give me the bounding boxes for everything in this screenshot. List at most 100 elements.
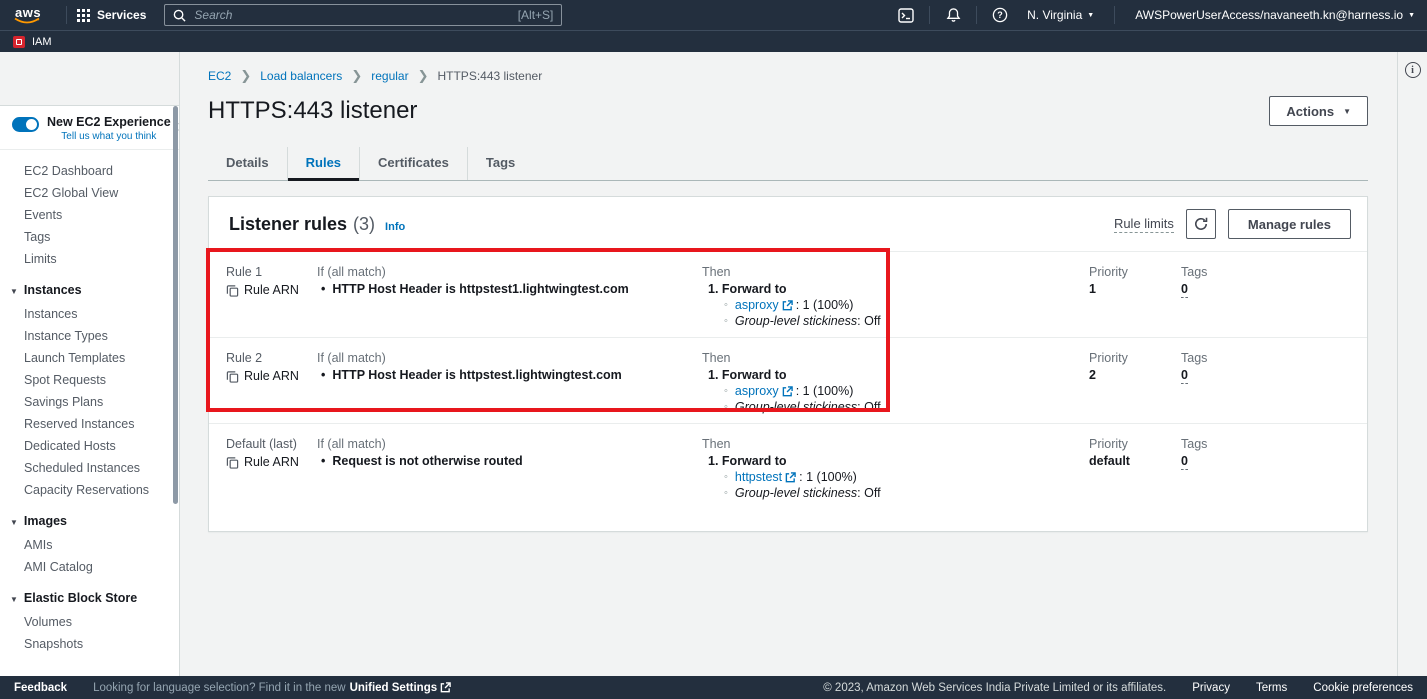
rule-action: 1. Forward to — [702, 367, 1089, 383]
sidebar-item-scheduled-instances[interactable]: Scheduled Instances — [0, 457, 179, 479]
sidebar-item-tags[interactable]: Tags — [0, 226, 179, 248]
external-link-icon — [785, 472, 796, 483]
services-menu-button[interactable]: Services — [77, 8, 146, 22]
sidebar-section-instances[interactable]: ▼Instances — [0, 270, 179, 303]
tags-column-header: Tags — [1181, 436, 1367, 452]
rule-arn-copy[interactable]: Rule ARN — [226, 368, 317, 384]
copy-icon — [226, 370, 239, 383]
account-menu[interactable]: AWSPowerUserAccess/navaneeth.kn@harness.… — [1135, 8, 1415, 22]
tab-rules[interactable]: Rules — [287, 147, 359, 180]
sidebar-item-volumes[interactable]: Volumes — [0, 611, 179, 633]
breadcrumb-chevron-icon: ❯ — [240, 71, 251, 81]
target-group-link[interactable]: asproxy — [735, 297, 779, 313]
sidebar-item-instance-types[interactable]: Instance Types — [0, 325, 179, 347]
tags-column-header: Tags — [1181, 264, 1367, 280]
rule-action: 1. Forward to — [702, 281, 1089, 297]
region-label: N. Virginia — [1027, 8, 1082, 22]
breadcrumb-regular[interactable]: regular — [371, 69, 408, 83]
rule-row-default: Default (last) Rule ARN If (all match) — [209, 423, 1367, 531]
manage-rules-button[interactable]: Manage rules — [1228, 209, 1351, 239]
rule-limits-link[interactable]: Rule limits — [1114, 216, 1174, 233]
cloudshell-button[interactable] — [893, 8, 919, 23]
feedback-link[interactable]: Tell us what you think — [47, 131, 171, 142]
sidebar-item-events[interactable]: Events — [0, 204, 179, 226]
rule-condition: • HTTP Host Header is httpstest1.lightwi… — [317, 281, 702, 297]
priority-value: 1 — [1089, 281, 1181, 297]
global-search[interactable]: [Alt+S] — [164, 4, 562, 26]
sidebar-scrollbar[interactable] — [173, 106, 178, 504]
external-link-icon — [440, 682, 451, 693]
aws-smile-icon — [13, 17, 41, 25]
chevron-down-icon: ▼ — [10, 518, 18, 527]
sidebar-item-launch-templates[interactable]: Launch Templates — [0, 347, 179, 369]
sidebar-item-reserved-instances[interactable]: Reserved Instances — [0, 413, 179, 435]
sidebar-item-amis[interactable]: AMIs — [0, 534, 179, 556]
sidebar-item-dedicated-hosts[interactable]: Dedicated Hosts — [0, 435, 179, 457]
new-experience-toggle[interactable] — [12, 117, 39, 132]
sidebar-item-instances[interactable]: Instances — [0, 303, 179, 325]
tags-count-link[interactable]: 0 — [1181, 453, 1188, 470]
tags-count-link[interactable]: 0 — [1181, 281, 1188, 298]
rule-condition: • HTTP Host Header is httpstest.lightwin… — [317, 367, 702, 383]
breadcrumb-ec2[interactable]: EC2 — [208, 69, 231, 83]
sidebar-item-ami-catalog[interactable]: AMI Catalog — [0, 556, 179, 578]
info-icon[interactable]: i — [1405, 62, 1421, 78]
aws-logo[interactable]: aws — [12, 4, 42, 26]
then-column-header: Then — [702, 350, 1089, 366]
sidebar-section-elastic-block-store[interactable]: ▼Elastic Block Store — [0, 578, 179, 611]
rule-stickiness: ◦ Group-level stickiness : Off — [702, 485, 1089, 501]
then-column-header: Then — [702, 264, 1089, 280]
main-content: EC2 ❯ Load balancers ❯ regular ❯ HTTPS:4… — [180, 52, 1397, 676]
sidebar-section-images[interactable]: ▼Images — [0, 501, 179, 534]
sidebar-item-snapshots[interactable]: Snapshots — [0, 633, 179, 655]
sidebar-item-limits[interactable]: Limits — [0, 248, 179, 270]
rule-target: ◦ asproxy : 1 (100%) — [702, 383, 1089, 399]
sidebar-item-capacity-reservations[interactable]: Capacity Reservations — [0, 479, 179, 501]
tags-count-link[interactable]: 0 — [1181, 367, 1188, 384]
sidebar-item-ec2-dashboard[interactable]: EC2 Dashboard — [0, 160, 179, 182]
target-group-link[interactable]: asproxy — [735, 383, 779, 399]
tab-tags[interactable]: Tags — [467, 147, 533, 180]
page-title: HTTPS:443 listener — [208, 97, 417, 125]
tab-certificates[interactable]: Certificates — [359, 147, 467, 180]
rule-target: ◦ httpstest : 1 (100%) — [702, 469, 1089, 485]
rule-name: Rule 2 — [226, 350, 317, 366]
cookie-preferences-link[interactable]: Cookie preferences — [1313, 682, 1413, 694]
aws-console-page: aws Services [Alt+S] — [0, 0, 1427, 699]
terms-link[interactable]: Terms — [1256, 682, 1287, 694]
favorite-iam-link[interactable]: IAM — [32, 36, 52, 48]
copy-icon — [226, 284, 239, 297]
actions-button[interactable]: Actions ▼ — [1269, 96, 1368, 126]
priority-column-header: Priority — [1089, 350, 1181, 366]
privacy-link[interactable]: Privacy — [1192, 682, 1230, 694]
notifications-button[interactable] — [940, 7, 966, 23]
info-link[interactable]: Info — [385, 221, 405, 233]
rule-stickiness: ◦ Group-level stickiness : Off — [702, 313, 1089, 329]
sidebar-item-savings-plans[interactable]: Savings Plans — [0, 391, 179, 413]
bullet-icon: • — [321, 367, 325, 383]
rule-arn-copy[interactable]: Rule ARN — [226, 282, 317, 298]
circle-bullet-icon: ◦ — [724, 485, 728, 501]
target-group-link[interactable]: httpstest — [735, 469, 782, 485]
circle-bullet-icon: ◦ — [724, 297, 728, 313]
region-selector[interactable]: N. Virginia ▼ — [1027, 8, 1094, 22]
help-button[interactable]: ? — [987, 7, 1013, 23]
sidebar-item-spot-requests[interactable]: Spot Requests — [0, 369, 179, 391]
services-grid-icon — [77, 9, 90, 22]
sidebar: New EC2 Experience Tell us what you thin… — [0, 52, 180, 676]
account-label: AWSPowerUserAccess/navaneeth.kn@harness.… — [1135, 8, 1403, 22]
refresh-button[interactable] — [1186, 209, 1216, 239]
breadcrumb: EC2 ❯ Load balancers ❯ regular ❯ HTTPS:4… — [208, 52, 1368, 83]
unified-settings-link[interactable]: Unified Settings — [350, 682, 452, 694]
new-experience-title: New EC2 Experience — [47, 115, 171, 129]
search-input[interactable] — [192, 7, 511, 23]
breadcrumb-load-balancers[interactable]: Load balancers — [260, 69, 342, 83]
tab-details[interactable]: Details — [208, 147, 287, 180]
iam-service-icon — [13, 36, 25, 48]
priority-column-header: Priority — [1089, 436, 1181, 452]
rule-arn-copy[interactable]: Rule ARN — [226, 454, 317, 470]
sidebar-item-ec2-global-view[interactable]: EC2 Global View — [0, 182, 179, 204]
top-navigation-bar: aws Services [Alt+S] — [0, 0, 1427, 30]
services-label: Services — [97, 8, 146, 22]
feedback-button[interactable]: Feedback — [14, 682, 67, 694]
